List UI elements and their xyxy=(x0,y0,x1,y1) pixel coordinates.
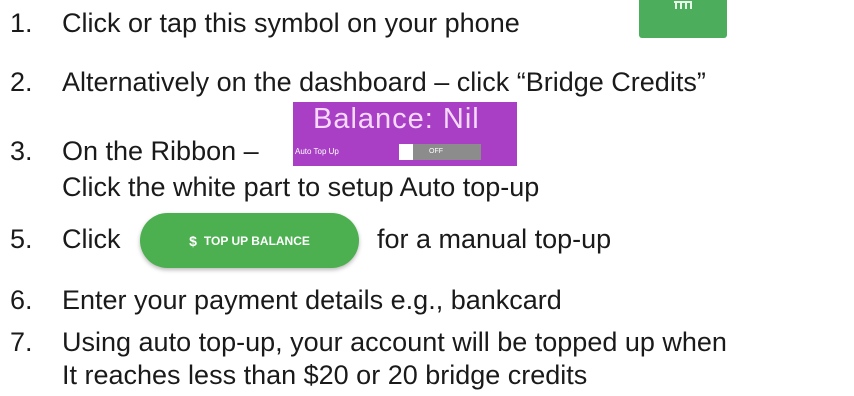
step-number: 6. xyxy=(10,285,33,315)
step-2: 2. Alternatively on the dashboard – click… xyxy=(10,67,706,98)
step-number: 2. xyxy=(10,67,33,97)
bank-icon xyxy=(674,1,692,9)
step-text: On the Ribbon – xyxy=(62,136,259,166)
step-5: 5. Click xyxy=(10,224,121,255)
step-6: 6. Enter your payment details e.g., bankc… xyxy=(10,285,562,316)
step-number: 7. xyxy=(10,327,33,357)
step-number: 3. xyxy=(10,136,33,166)
toggle-state: OFF xyxy=(429,148,443,155)
dollar-icon: $ xyxy=(189,232,197,249)
auto-top-up-label: Auto Top Up xyxy=(295,147,339,156)
step-text: Alternatively on the dashboard – click “… xyxy=(62,67,706,97)
step-3: 3. On the Ribbon – xyxy=(10,136,259,167)
step-1: 1. Click or tap this symbol on your phone xyxy=(10,8,520,39)
top-up-balance-button[interactable]: $ TOP UP BALANCE xyxy=(140,213,359,268)
toggle-knob[interactable] xyxy=(399,144,413,160)
balance-text: Balance: Nil xyxy=(313,103,480,135)
step-5-after: for a manual top-up xyxy=(377,224,612,254)
step-text: Click or tap this symbol on your phone xyxy=(62,8,520,38)
step-text: Using auto top-up, your account will be … xyxy=(62,327,727,357)
step-7: 7. Using auto top-up, your account will b… xyxy=(10,327,727,358)
balance-ribbon: Balance: Nil Auto Top Up OFF xyxy=(293,102,517,166)
step-3-continuation: Click the white part to setup Auto top-u… xyxy=(62,172,540,202)
step-text: Enter your payment details e.g., bankcar… xyxy=(62,285,562,315)
step-text: Click xyxy=(62,224,121,254)
step-number: 5. xyxy=(10,224,33,254)
top-up-balance-label: TOP UP BALANCE xyxy=(203,233,310,248)
auto-top-up-toggle[interactable]: OFF xyxy=(399,144,481,160)
step-number: 1. xyxy=(10,8,33,38)
phone-symbol-button[interactable] xyxy=(639,0,727,38)
step-7-continuation: It reaches less than $20 or 20 bridge cr… xyxy=(62,360,588,390)
